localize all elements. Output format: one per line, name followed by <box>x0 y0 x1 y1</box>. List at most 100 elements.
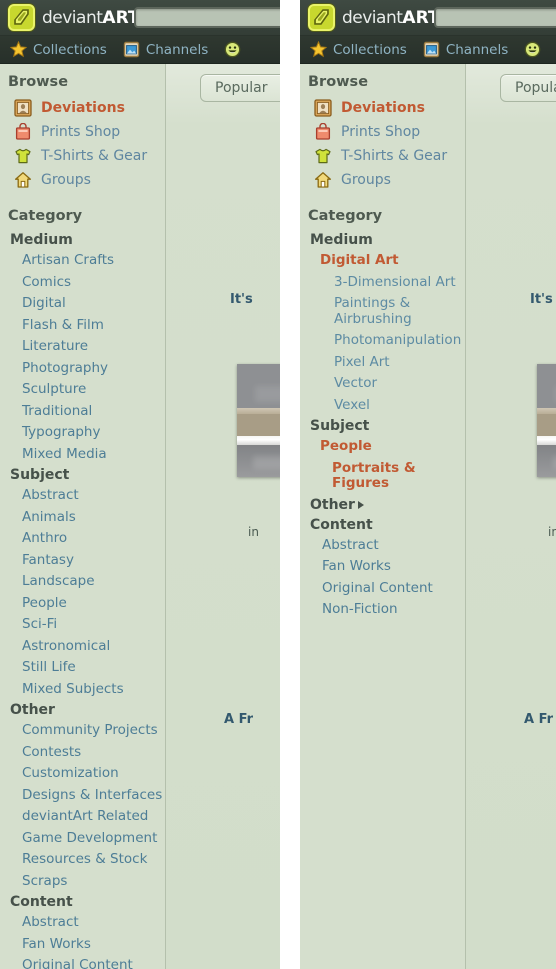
category-item[interactable]: Contests <box>0 742 165 764</box>
deviation-thumbnail[interactable] <box>237 364 280 477</box>
category-item[interactable]: Animals <box>0 507 165 529</box>
category-item[interactable]: Fantasy <box>0 550 165 572</box>
category-item[interactable]: Traditional <box>0 401 165 423</box>
sort-popular-button[interactable]: Popular <box>500 74 556 102</box>
main-nav: Collections Channels <box>300 36 556 64</box>
site-logo[interactable]: deviantART <box>8 4 140 31</box>
category-group-medium[interactable]: Medium <box>300 230 465 250</box>
sidebar-item-tshirts-gear[interactable]: T-Shirts & Gear <box>300 144 465 168</box>
category-item[interactable]: Customization <box>0 763 165 785</box>
category-item[interactable]: Astronomical <box>0 636 165 658</box>
sidebar-item-tshirts-gear[interactable]: T-Shirts & Gear <box>0 144 165 168</box>
tshirt-icon <box>314 147 332 165</box>
category-item[interactable]: Original Content <box>0 955 165 969</box>
deviation-meta: in <box>548 525 556 539</box>
category-subitem-selected-portraits-figures[interactable]: Portraits & Figures <box>300 458 465 495</box>
deviation-title[interactable]: A Fr <box>224 712 253 727</box>
sidebar-item-groups[interactable]: Groups <box>300 168 465 192</box>
browse-heading: Browse <box>8 74 69 90</box>
category-item[interactable]: Fan Works <box>0 934 165 956</box>
sidebar-item-deviations[interactable]: Deviations <box>300 96 465 120</box>
category-item[interactable]: Photography <box>0 358 165 380</box>
page-body: Browse Deviations Prints Shop T-Shirts &… <box>0 64 280 969</box>
category-item[interactable]: Comics <box>0 272 165 294</box>
category-group-other[interactable]: Other <box>300 495 465 515</box>
category-group-content[interactable]: Content <box>0 892 165 912</box>
category-item[interactable]: Typography <box>0 422 165 444</box>
category-item[interactable]: Flash & Film <box>0 315 165 337</box>
star-icon <box>9 40 28 58</box>
category-heading: Category <box>8 208 83 224</box>
search-input[interactable] <box>134 7 280 28</box>
browse-sidebar-left: Browse Deviations Prints Shop T-Shirts &… <box>0 64 166 969</box>
nav-item-smiley[interactable] <box>522 36 556 64</box>
deviantart-page-right: deviantART Se Collections <box>300 0 556 969</box>
category-subitem[interactable]: Vector <box>300 373 465 395</box>
window-frame-icon <box>423 41 440 58</box>
category-item[interactable]: Fan Works <box>300 556 465 578</box>
nav-label-channels: Channels <box>145 41 209 58</box>
category-item[interactable]: Mixed Subjects <box>0 679 165 701</box>
category-item[interactable]: Community Projects <box>0 720 165 742</box>
category-item[interactable]: Literature <box>0 336 165 358</box>
category-item[interactable]: Scraps <box>0 871 165 893</box>
sidebar-item-groups[interactable]: Groups <box>0 168 165 192</box>
house-icon <box>14 171 32 189</box>
deviantart-logo-icon <box>8 4 35 31</box>
category-group-medium[interactable]: Medium <box>0 230 165 250</box>
nav-item-collections[interactable]: Collections <box>308 36 421 64</box>
sort-popular-button[interactable]: Popular <box>200 74 280 102</box>
category-item[interactable]: Artisan Crafts <box>0 250 165 272</box>
category-subitem[interactable]: Paintings & Airbrushing <box>300 293 412 330</box>
deviantart-logo-icon <box>308 4 335 31</box>
search-input[interactable] <box>434 7 556 28</box>
category-subitem[interactable]: Photomanipulation <box>300 330 465 352</box>
nav-item-channels[interactable]: Channels <box>121 36 222 64</box>
category-item-selected-digital-art[interactable]: Digital Art <box>300 250 465 272</box>
category-item[interactable]: Abstract <box>0 485 165 507</box>
deviation-results-right: Popular It's in A Fr <box>466 64 556 969</box>
nav-item-smiley[interactable] <box>222 36 261 64</box>
category-item-selected-people[interactable]: People <box>300 436 465 458</box>
category-item[interactable]: Game Development <box>0 828 165 850</box>
category-item[interactable]: Mixed Media <box>0 444 165 466</box>
category-subitem[interactable]: 3-Dimensional Art <box>300 272 465 294</box>
deviation-title[interactable]: A Fr <box>524 712 553 727</box>
browse-heading: Browse <box>308 74 369 90</box>
nav-item-channels[interactable]: Channels <box>421 36 522 64</box>
category-item[interactable]: Landscape <box>0 571 165 593</box>
category-item[interactable]: Resources & Stock <box>0 849 165 871</box>
deviation-title[interactable]: It's <box>230 292 253 307</box>
category-item[interactable]: deviantArt Related <box>0 806 165 828</box>
category-item[interactable]: People <box>0 593 165 615</box>
category-subitem[interactable]: Pixel Art <box>300 352 465 374</box>
category-item[interactable]: Sculpture <box>0 379 165 401</box>
sidebar-label-groups: Groups <box>341 172 391 188</box>
category-item[interactable]: Designs & Interfaces <box>0 785 165 807</box>
deviation-thumbnail[interactable] <box>537 364 556 477</box>
panel-gap <box>280 0 300 969</box>
category-item[interactable]: Abstract <box>300 535 465 557</box>
category-item[interactable]: Still Life <box>0 657 165 679</box>
sidebar-item-prints-shop[interactable]: Prints Shop <box>0 120 165 144</box>
category-group-content[interactable]: Content <box>300 515 465 535</box>
deviation-title[interactable]: It's <box>530 292 553 307</box>
category-item[interactable]: Anthro <box>0 528 165 550</box>
site-logo[interactable]: deviantART <box>308 4 440 31</box>
page-body: Browse Deviations Prints Shop T-Shirts &… <box>300 64 556 969</box>
category-item[interactable]: Abstract <box>0 912 165 934</box>
category-item[interactable]: Digital <box>0 293 165 315</box>
sidebar-item-deviations[interactable]: Deviations <box>0 96 165 120</box>
category-group-subject[interactable]: Subject <box>0 465 165 485</box>
category-group-other[interactable]: Other <box>0 700 165 720</box>
sidebar-item-prints-shop[interactable]: Prints Shop <box>300 120 465 144</box>
category-item[interactable]: Original Content <box>300 578 465 600</box>
nav-item-collections[interactable]: Collections <box>8 36 121 64</box>
category-subitem[interactable]: Vexel <box>300 395 465 417</box>
nav-label-collections: Collections <box>33 41 107 58</box>
category-item[interactable]: Sci-Fi <box>0 614 165 636</box>
sidebar-label-tshirts-gear: T-Shirts & Gear <box>41 148 148 164</box>
top-bar: deviantART Se <box>0 0 280 36</box>
category-group-subject[interactable]: Subject <box>300 416 465 436</box>
category-item[interactable]: Non-Fiction <box>300 599 465 621</box>
